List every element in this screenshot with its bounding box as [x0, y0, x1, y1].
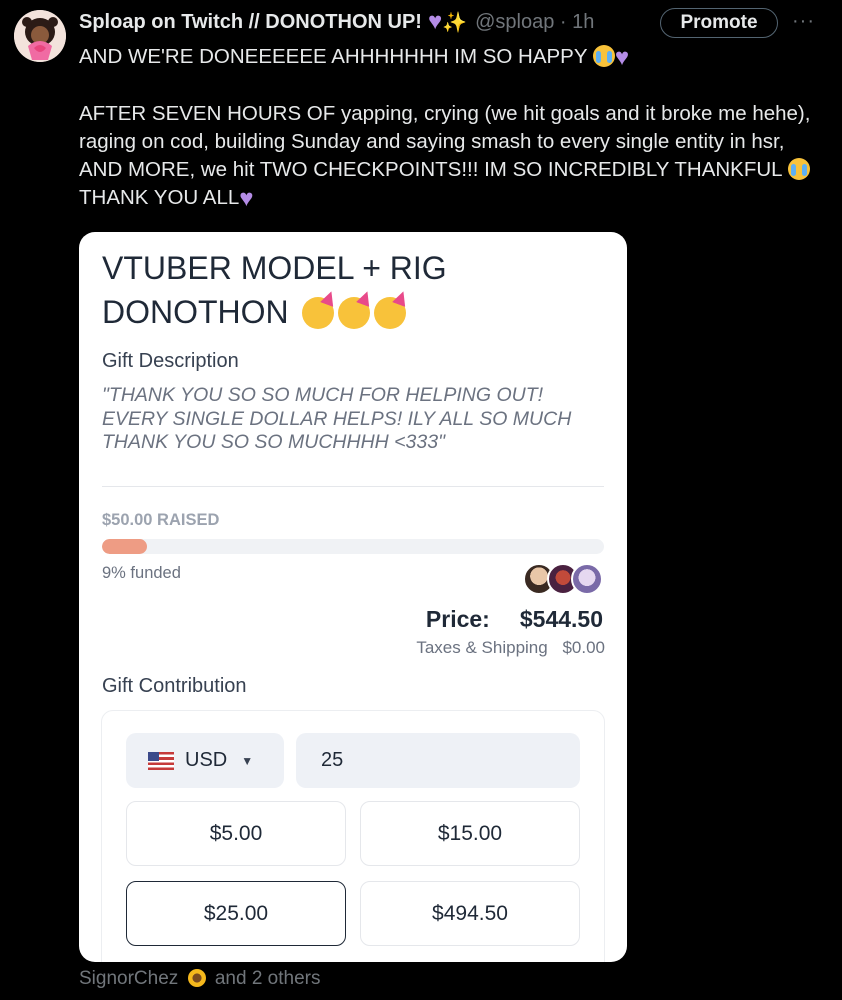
price-row: Price: $544.50	[426, 606, 603, 633]
author-handle-time[interactable]: @sploap · 1h	[475, 11, 594, 34]
card-title: VTUBER MODEL + RIG DONOTHON	[102, 246, 602, 334]
promote-button[interactable]: Promote	[660, 8, 778, 38]
tweet-line-1: AND WE'RE DONEEEEEE AHHHHHHH IM SO HAPPY	[79, 45, 588, 68]
partying-face-icon	[373, 297, 406, 329]
crying-face-icon	[787, 158, 810, 180]
currency-select[interactable]: USD ▼	[126, 733, 284, 788]
amount-button-5[interactable]: $5.00	[126, 801, 346, 866]
sunflower-icon	[187, 969, 206, 987]
funding-progress-fill	[102, 539, 148, 554]
partying-face-icon	[337, 297, 370, 329]
funded-percent: 9% funded	[102, 564, 181, 582]
amount-button-15[interactable]: $15.00	[360, 801, 580, 866]
author-name[interactable]: Sploap on Twitch // DONOTHON UP!	[79, 11, 422, 34]
amount-button-25-selected[interactable]: $25.00	[126, 881, 346, 946]
raised-amount: $50.00 RAISED	[102, 511, 220, 529]
currency-value: USD	[185, 749, 228, 771]
chevron-down-icon: ▼	[241, 753, 254, 768]
purple-heart-icon: ♥	[427, 8, 443, 35]
liked-by-others[interactable]: and 2 others	[215, 968, 321, 989]
price-label: Price:	[425, 606, 490, 632]
donothon-card-image[interactable]: VTUBER MODEL + RIG DONOTHON Gift Descrip…	[79, 232, 627, 962]
amount-button-494-50[interactable]: $494.50	[360, 881, 580, 946]
tax-label: Taxes & Shipping	[416, 638, 548, 657]
more-options-icon[interactable]: ···	[792, 10, 815, 33]
gift-contribution-label: Gift Contribution	[102, 675, 247, 697]
partying-face-icon	[301, 297, 334, 329]
funding-progress-bar	[102, 539, 604, 554]
tax-shipping-row: Taxes & Shipping $0.00	[416, 638, 605, 658]
contributor-avatars	[523, 563, 603, 595]
sparkles-icon: ✨	[442, 11, 468, 34]
purple-heart-icon: ♥	[614, 44, 630, 71]
purple-heart-icon: ♥	[239, 185, 254, 212]
crying-face-icon	[592, 45, 615, 67]
contribution-panel: USD ▼ 25 $5.00 $15.00 $25.00 $494.50	[101, 710, 605, 962]
divider	[102, 486, 604, 487]
tweet-thanks: THANK YOU ALL	[79, 186, 240, 209]
price-value: $544.50	[519, 606, 603, 632]
us-flag-icon	[148, 751, 174, 770]
tax-value: $0.00	[562, 638, 605, 657]
liked-by-name[interactable]: SignorChez	[79, 968, 178, 989]
gift-description-text: "THANK YOU SO SO MUCH FOR HELPING OUT! E…	[102, 384, 572, 453]
amount-input[interactable]: 25	[296, 733, 580, 788]
author-avatar[interactable]	[14, 10, 66, 62]
liked-by-row[interactable]: SignorChez and 2 others	[79, 968, 320, 990]
gift-description-label: Gift Description	[102, 350, 239, 372]
tweet-paragraph-2: AFTER SEVEN HOURS OF yapping, crying (we…	[79, 102, 811, 181]
contributor-avatar	[571, 563, 603, 595]
tweet-body: AND WE'RE DONEEEEEE AHHHHHHH IM SO HAPPY…	[79, 43, 819, 213]
